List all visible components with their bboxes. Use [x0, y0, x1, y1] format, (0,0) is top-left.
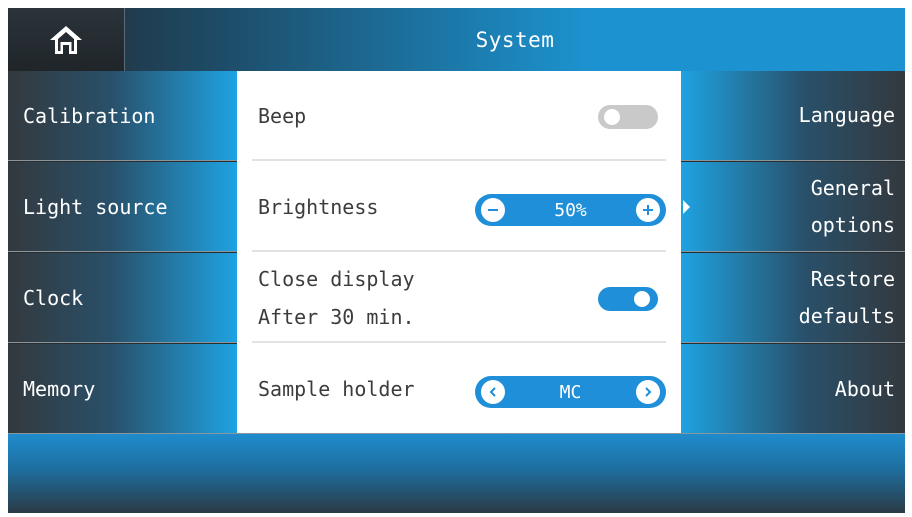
header-bar: System — [8, 8, 905, 71]
sample-holder-prev-button[interactable] — [481, 380, 505, 404]
close-display-sublabel: After 30 min. — [258, 305, 415, 329]
sample-holder-next-button[interactable] — [636, 380, 660, 404]
setting-row-beep: Beep — [252, 71, 666, 161]
close-display-toggle[interactable] — [598, 287, 658, 311]
nav-item-label: Restore defaults — [799, 261, 895, 335]
brightness-increase-button[interactable] — [636, 198, 660, 222]
page-title: System — [475, 27, 555, 52]
nav-item-label-line2: options — [810, 212, 895, 237]
nav-item-label: General options — [811, 170, 895, 244]
home-icon — [50, 25, 82, 54]
beep-label: Beep — [258, 104, 307, 128]
sample-holder-label: Sample holder — [258, 377, 415, 401]
chevron-left-icon — [489, 387, 496, 397]
nav-item-label-line2: defaults — [798, 303, 895, 328]
nav-item-label-line1: Restore — [810, 266, 895, 291]
nav-item-memory[interactable]: Memory — [8, 344, 237, 434]
setting-row-close-display: Close display After 30 min. — [252, 253, 666, 343]
sample-holder-value: MC — [559, 381, 582, 403]
nav-item-label: About — [834, 376, 895, 401]
brightness-stepper: 50% — [475, 194, 666, 226]
brightness-label: Brightness — [258, 195, 379, 219]
nav-item-about[interactable]: About — [681, 344, 905, 434]
left-nav: Calibration Light source Clock Memory — [8, 71, 237, 434]
chevron-right-icon — [645, 387, 652, 397]
nav-item-label: Memory — [23, 377, 96, 401]
nav-item-general-options[interactable]: General options — [681, 162, 905, 252]
nav-item-restore-defaults[interactable]: Restore defaults — [681, 253, 905, 343]
nav-item-light-source[interactable]: Light source — [8, 162, 237, 252]
footer-bar — [8, 433, 905, 513]
nav-item-label: Language — [798, 103, 895, 127]
sample-holder-selector: MC — [475, 376, 666, 408]
nav-item-clock[interactable]: Clock — [8, 253, 237, 343]
nav-item-language[interactable]: Language — [681, 71, 905, 161]
nav-item-label: Calibration — [23, 103, 156, 128]
right-nav: Language General options Restore default… — [681, 71, 905, 434]
setting-row-brightness: Brightness 50% — [252, 162, 666, 252]
minus-icon — [488, 209, 498, 211]
close-display-label: Close display — [258, 267, 415, 291]
home-button[interactable] — [8, 8, 125, 71]
nav-item-label: Light source — [23, 194, 168, 219]
nav-item-label-line1: General — [810, 175, 895, 200]
nav-item-calibration[interactable]: Calibration — [8, 71, 237, 161]
beep-toggle[interactable] — [598, 105, 658, 129]
nav-item-label: Clock — [23, 285, 84, 310]
screen: System Calibration Light source Clock Me… — [8, 8, 905, 513]
close-display-labels: Close display After 30 min. — [258, 253, 415, 343]
plus-icon — [643, 205, 653, 215]
toggle-knob — [604, 109, 620, 125]
settings-panel: Beep Brightness 50% Close display After … — [237, 71, 681, 433]
toggle-knob — [634, 291, 650, 307]
brightness-value: 50% — [554, 199, 587, 221]
brightness-decrease-button[interactable] — [481, 198, 505, 222]
setting-row-sample-holder: Sample holder MC — [252, 344, 666, 434]
